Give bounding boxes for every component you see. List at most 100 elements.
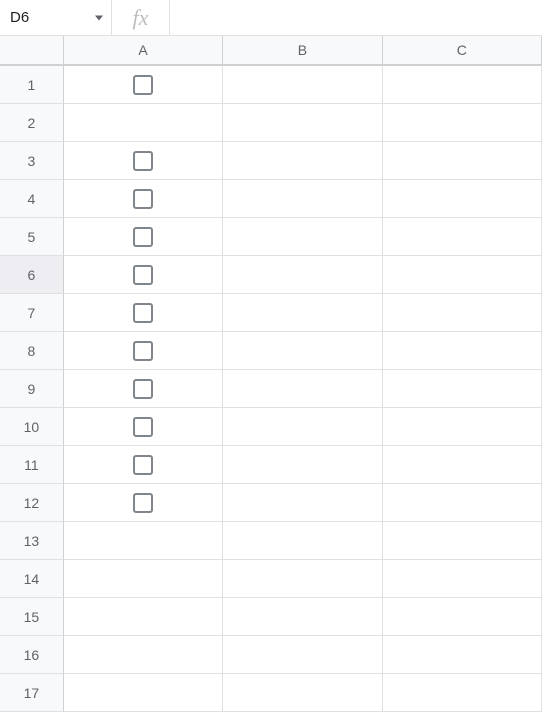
- cell[interactable]: [64, 332, 223, 370]
- checkbox[interactable]: [133, 227, 153, 247]
- row-header[interactable]: 7: [0, 294, 64, 332]
- cell[interactable]: [383, 636, 542, 674]
- column-header-a[interactable]: A: [64, 36, 223, 65]
- table-row: 15: [0, 598, 542, 636]
- row-header[interactable]: 12: [0, 484, 64, 522]
- cell[interactable]: [223, 446, 382, 484]
- row-header[interactable]: 14: [0, 560, 64, 598]
- row-header[interactable]: 6: [0, 256, 64, 294]
- cell[interactable]: [383, 180, 542, 218]
- cell[interactable]: [383, 560, 542, 598]
- table-row: 5: [0, 218, 542, 256]
- cell[interactable]: [223, 560, 382, 598]
- cell[interactable]: [64, 636, 223, 674]
- cell[interactable]: [383, 218, 542, 256]
- cell[interactable]: [64, 446, 223, 484]
- cell[interactable]: [223, 636, 382, 674]
- checkbox[interactable]: [133, 341, 153, 361]
- checkbox[interactable]: [133, 265, 153, 285]
- fx-icon[interactable]: fx: [112, 0, 170, 35]
- row-header[interactable]: 5: [0, 218, 64, 256]
- checkbox[interactable]: [133, 151, 153, 171]
- formula-bar: D6 fx: [0, 0, 542, 36]
- column-header-c[interactable]: C: [383, 36, 542, 65]
- table-row: 10: [0, 408, 542, 446]
- row-header[interactable]: 1: [0, 66, 64, 104]
- checkbox[interactable]: [133, 189, 153, 209]
- cell[interactable]: [383, 408, 542, 446]
- formula-input[interactable]: [170, 0, 542, 35]
- cell[interactable]: [383, 142, 542, 180]
- cell[interactable]: [223, 218, 382, 256]
- cell[interactable]: [223, 142, 382, 180]
- cell[interactable]: [223, 256, 382, 294]
- cell[interactable]: [64, 294, 223, 332]
- row-header[interactable]: 9: [0, 370, 64, 408]
- cell[interactable]: [383, 294, 542, 332]
- cell[interactable]: [64, 256, 223, 294]
- column-label: A: [138, 42, 147, 58]
- column-header-b[interactable]: B: [223, 36, 382, 65]
- checkbox[interactable]: [133, 417, 153, 437]
- chevron-down-icon[interactable]: [95, 15, 103, 20]
- cell[interactable]: [64, 66, 223, 104]
- cell[interactable]: [64, 484, 223, 522]
- row-header[interactable]: 10: [0, 408, 64, 446]
- cell[interactable]: [383, 104, 542, 142]
- cell[interactable]: [64, 560, 223, 598]
- cell[interactable]: [64, 522, 223, 560]
- row-header[interactable]: 13: [0, 522, 64, 560]
- cell[interactable]: [64, 180, 223, 218]
- cell[interactable]: [223, 522, 382, 560]
- cell[interactable]: [64, 408, 223, 446]
- table-row: 6: [0, 256, 542, 294]
- column-label: C: [457, 42, 467, 58]
- row-header[interactable]: 8: [0, 332, 64, 370]
- cell[interactable]: [64, 142, 223, 180]
- cell[interactable]: [223, 104, 382, 142]
- checkbox[interactable]: [133, 75, 153, 95]
- cell[interactable]: [64, 370, 223, 408]
- name-box[interactable]: D6: [0, 0, 112, 35]
- cell[interactable]: [383, 66, 542, 104]
- checkbox[interactable]: [133, 379, 153, 399]
- cell[interactable]: [383, 674, 542, 712]
- column-headers: A B C: [0, 36, 542, 66]
- table-row: 11: [0, 446, 542, 484]
- cell[interactable]: [64, 218, 223, 256]
- checkbox[interactable]: [133, 455, 153, 475]
- cell[interactable]: [383, 522, 542, 560]
- row-header[interactable]: 17: [0, 674, 64, 712]
- row-header[interactable]: 4: [0, 180, 64, 218]
- cell[interactable]: [64, 104, 223, 142]
- cell[interactable]: [383, 446, 542, 484]
- select-all-corner[interactable]: [0, 36, 64, 65]
- cell[interactable]: [223, 484, 382, 522]
- cell[interactable]: [64, 674, 223, 712]
- cell[interactable]: [383, 256, 542, 294]
- row-header[interactable]: 3: [0, 142, 64, 180]
- cell-reference: D6: [10, 9, 29, 26]
- cell[interactable]: [223, 674, 382, 712]
- cell[interactable]: [223, 332, 382, 370]
- cell[interactable]: [223, 598, 382, 636]
- cell[interactable]: [383, 370, 542, 408]
- cell[interactable]: [223, 294, 382, 332]
- table-row: 16: [0, 636, 542, 674]
- row-header[interactable]: 2: [0, 104, 64, 142]
- row-header[interactable]: 16: [0, 636, 64, 674]
- cell[interactable]: [223, 66, 382, 104]
- table-row: 9: [0, 370, 542, 408]
- cell[interactable]: [223, 180, 382, 218]
- row-header[interactable]: 11: [0, 446, 64, 484]
- cell[interactable]: [383, 484, 542, 522]
- checkbox[interactable]: [133, 303, 153, 323]
- cell[interactable]: [223, 408, 382, 446]
- row-header[interactable]: 15: [0, 598, 64, 636]
- checkbox[interactable]: [133, 493, 153, 513]
- cell[interactable]: [383, 332, 542, 370]
- cell[interactable]: [64, 598, 223, 636]
- cell[interactable]: [223, 370, 382, 408]
- cell[interactable]: [383, 598, 542, 636]
- table-row: 7: [0, 294, 542, 332]
